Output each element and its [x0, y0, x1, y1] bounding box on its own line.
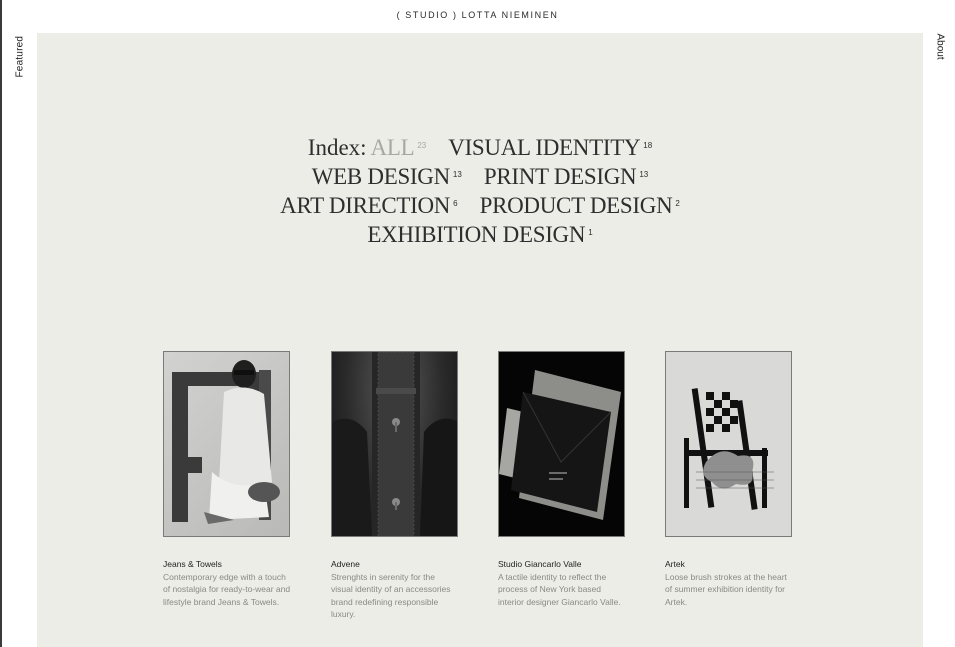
filter-product-design[interactable]: PRODUCT DESIGN — [480, 193, 673, 218]
filter-all[interactable]: ALL — [371, 135, 415, 160]
filter-visual-identity[interactable]: VISUAL IDENTITY — [448, 135, 640, 160]
studio-logo[interactable]: ( STUDIO ) LOTTA NIEMINEN — [0, 10, 955, 20]
project-description: Contemporary edge with a touch of nostal… — [163, 572, 291, 607]
featured-label: Featured — [14, 35, 26, 78]
project-description: Loose brush strokes at the heart of summ… — [665, 572, 787, 607]
filter-web-design-count: 13 — [452, 170, 462, 179]
content-panel: Index: ALL 23 VISUAL IDENTITY 18 WEB DESIG… — [37, 33, 923, 647]
filter-all-count: 23 — [417, 141, 427, 150]
project-thumbnail[interactable] — [498, 351, 625, 537]
giancarlo-valle-image — [499, 370, 621, 520]
artek-image — [684, 388, 774, 510]
project-card-artek[interactable]: Artek Loose brush strokes at the heart o… — [665, 351, 793, 608]
filter-print-design-count: 13 — [639, 170, 649, 179]
project-title[interactable]: Jeans & Towels — [163, 559, 291, 569]
project-title[interactable]: Artek — [665, 559, 793, 569]
top-bar: ( STUDIO ) LOTTA NIEMINEN — [0, 0, 955, 32]
filter-web-design[interactable]: WEB DESIGN — [312, 164, 450, 189]
filter-product-design-count: 2 — [675, 199, 680, 208]
project-thumbnail[interactable] — [331, 351, 458, 537]
jeans-towels-image — [172, 360, 280, 524]
index-row: WEB DESIGN 13 PRINT DESIGN 13 — [37, 160, 923, 189]
project-title[interactable]: Advene — [331, 559, 459, 569]
category-index: Index: ALL 23 VISUAL IDENTITY 18 WEB DESIG… — [37, 131, 923, 247]
advene-image — [332, 352, 457, 536]
filter-exhibition-design[interactable]: EXHIBITION DESIGN — [367, 222, 585, 247]
project-card-studio-giancarlo-valle[interactable]: Studio Giancarlo Valle A tactile identit… — [498, 351, 626, 608]
filter-exhibition-design-count: 1 — [588, 228, 593, 237]
left-edge-rule — [0, 0, 2, 647]
filter-visual-identity-count: 18 — [643, 141, 653, 150]
project-card-advene[interactable]: Advene Strenghts in serenity for the vis… — [331, 351, 459, 620]
featured-link[interactable]: Featured — [14, 36, 26, 80]
index-row: ART DIRECTION 6 PRODUCT DESIGN 2 — [37, 189, 923, 218]
about-label: About — [934, 33, 946, 60]
project-description: A tactile identity to reflect the proces… — [498, 572, 621, 607]
about-link[interactable]: About — [934, 34, 946, 68]
project-thumbnail[interactable] — [163, 351, 290, 537]
index-label: Index: — [307, 135, 367, 160]
project-title[interactable]: Studio Giancarlo Valle — [498, 559, 626, 569]
filter-art-direction-count: 6 — [453, 199, 458, 208]
project-description: Strenghts in serenity for the visual ide… — [331, 572, 451, 619]
filter-art-direction[interactable]: ART DIRECTION — [280, 193, 450, 218]
index-row: Index: ALL 23 VISUAL IDENTITY 18 — [37, 131, 923, 160]
index-row: EXHIBITION DESIGN 1 — [37, 218, 923, 247]
project-card-jeans-towels[interactable]: Jeans & Towels Contemporary edge with a … — [163, 351, 291, 608]
project-thumbnail[interactable] — [665, 351, 792, 537]
filter-print-design[interactable]: PRINT DESIGN — [484, 164, 637, 189]
